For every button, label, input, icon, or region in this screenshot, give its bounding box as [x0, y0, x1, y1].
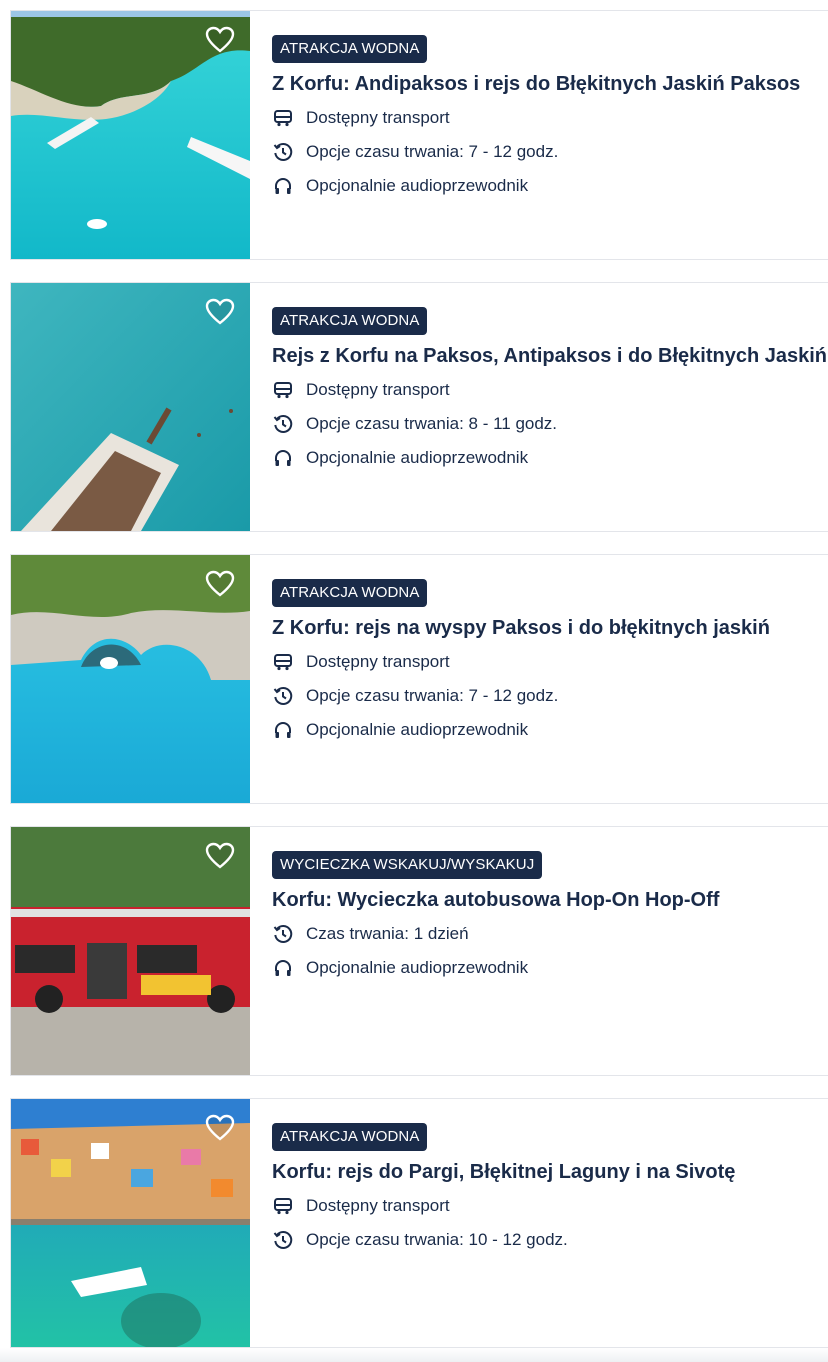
bus-icon [272, 379, 294, 401]
activity-card[interactable]: ATRAKCJA WODNA Z Korfu: Andipaksos i rej… [10, 10, 828, 260]
feature-duration: Opcje czasu trwania: 10 - 12 godz. [272, 1227, 828, 1253]
favorite-heart-button[interactable] [204, 25, 236, 55]
activity-title[interactable]: Z Korfu: Andipaksos i rejs do Błękitnych… [272, 71, 828, 97]
clock-history-icon [272, 141, 294, 163]
bus-icon [272, 1195, 294, 1217]
activity-info: ATRAKCJA WODNA Z Korfu: rejs na wyspy Pa… [250, 555, 828, 803]
activity-title[interactable]: Korfu: Wycieczka autobusowa Hop-On Hop-O… [272, 887, 828, 913]
feature-text: Dostępny transport [306, 1196, 450, 1215]
feature-text: Dostępny transport [306, 108, 450, 127]
activity-card[interactable]: ATRAKCJA WODNA Z Korfu: rejs na wyspy Pa… [10, 554, 828, 804]
feature-text: Opcjonalnie audioprzewodnik [306, 448, 529, 467]
category-badge: WYCIECZKA WSKAKUJ/WYSKAKUJ [272, 851, 543, 879]
feature-text: Opcjonalnie audioprzewodnik [306, 720, 529, 739]
feature-duration: Czas trwania: 1 dzień [272, 921, 828, 947]
activity-image[interactable] [11, 1099, 250, 1347]
feature-text: Dostępny transport [306, 380, 450, 399]
feature-text: Opcje czasu trwania: 10 - 12 godz. [306, 1230, 568, 1249]
feature-text: Opcjonalnie audioprzewodnik [306, 958, 529, 977]
clock-history-icon [272, 413, 294, 435]
feature-duration: Opcje czasu trwania: 7 - 12 godz. [272, 139, 828, 165]
activity-title[interactable]: Z Korfu: rejs na wyspy Paksos i do błęki… [272, 615, 828, 641]
headphones-icon [272, 175, 294, 197]
feature-audioguide: Opcjonalnie audioprzewodnik [272, 717, 828, 743]
category-badge: ATRAKCJA WODNA [272, 579, 428, 607]
activity-card[interactable]: WYCIECZKA WSKAKUJ/WYSKAKUJ Korfu: Wyciec… [10, 826, 828, 1076]
heart-icon [205, 842, 235, 869]
feature-text: Opcje czasu trwania: 7 - 12 godz. [306, 686, 559, 705]
bus-icon [272, 107, 294, 129]
activity-title[interactable]: Rejs z Korfu na Paksos, Antipaksos i do … [272, 343, 828, 369]
feature-text: Dostępny transport [306, 652, 450, 671]
activity-image[interactable] [11, 283, 250, 531]
favorite-heart-button[interactable] [204, 1113, 236, 1143]
activity-info: ATRAKCJA WODNA Korfu: rejs do Pargi, Błę… [250, 1099, 828, 1347]
clock-history-icon [272, 1229, 294, 1251]
feature-text: Opcje czasu trwania: 8 - 11 godz. [306, 414, 558, 433]
heart-icon [205, 26, 235, 53]
favorite-heart-button[interactable] [204, 297, 236, 327]
activity-info: ATRAKCJA WODNA Z Korfu: Andipaksos i rej… [250, 11, 828, 259]
feature-text: Opcje czasu trwania: 7 - 12 godz. [306, 142, 559, 161]
activity-image[interactable] [11, 11, 250, 259]
category-badge: ATRAKCJA WODNA [272, 35, 428, 63]
headphones-icon [272, 957, 294, 979]
activity-info: ATRAKCJA WODNA Rejs z Korfu na Paksos, A… [250, 283, 828, 531]
activity-image[interactable] [11, 555, 250, 803]
activity-info: WYCIECZKA WSKAKUJ/WYSKAKUJ Korfu: Wyciec… [250, 827, 828, 1075]
bus-icon [272, 651, 294, 673]
feature-duration: Opcje czasu trwania: 7 - 12 godz. [272, 683, 828, 709]
clock-history-icon [272, 685, 294, 707]
feature-transport: Dostępny transport [272, 377, 828, 403]
category-badge: ATRAKCJA WODNA [272, 307, 428, 335]
activity-card[interactable]: ATRAKCJA WODNA Rejs z Korfu na Paksos, A… [10, 282, 828, 532]
favorite-heart-button[interactable] [204, 569, 236, 599]
feature-audioguide: Opcjonalnie audioprzewodnik [272, 955, 828, 981]
feature-text: Czas trwania: 1 dzień [306, 924, 469, 943]
feature-duration: Opcje czasu trwania: 8 - 11 godz. [272, 411, 828, 437]
activity-image[interactable] [11, 827, 250, 1075]
feature-text: Opcjonalnie audioprzewodnik [306, 176, 529, 195]
feature-audioguide: Opcjonalnie audioprzewodnik [272, 173, 828, 199]
clock-history-icon [272, 923, 294, 945]
favorite-heart-button[interactable] [204, 841, 236, 871]
page-bottom-shadow [0, 1348, 828, 1362]
feature-transport: Dostępny transport [272, 649, 828, 675]
headphones-icon [272, 447, 294, 469]
activity-title[interactable]: Korfu: rejs do Pargi, Błękitnej Laguny i… [272, 1159, 828, 1185]
feature-audioguide: Opcjonalnie audioprzewodnik [272, 445, 828, 471]
heart-icon [205, 298, 235, 325]
heart-icon [205, 1114, 235, 1141]
feature-transport: Dostępny transport [272, 105, 828, 131]
heart-icon [205, 570, 235, 597]
activity-card[interactable]: ATRAKCJA WODNA Korfu: rejs do Pargi, Błę… [10, 1098, 828, 1348]
feature-transport: Dostępny transport [272, 1193, 828, 1219]
headphones-icon [272, 719, 294, 741]
category-badge: ATRAKCJA WODNA [272, 1123, 428, 1151]
